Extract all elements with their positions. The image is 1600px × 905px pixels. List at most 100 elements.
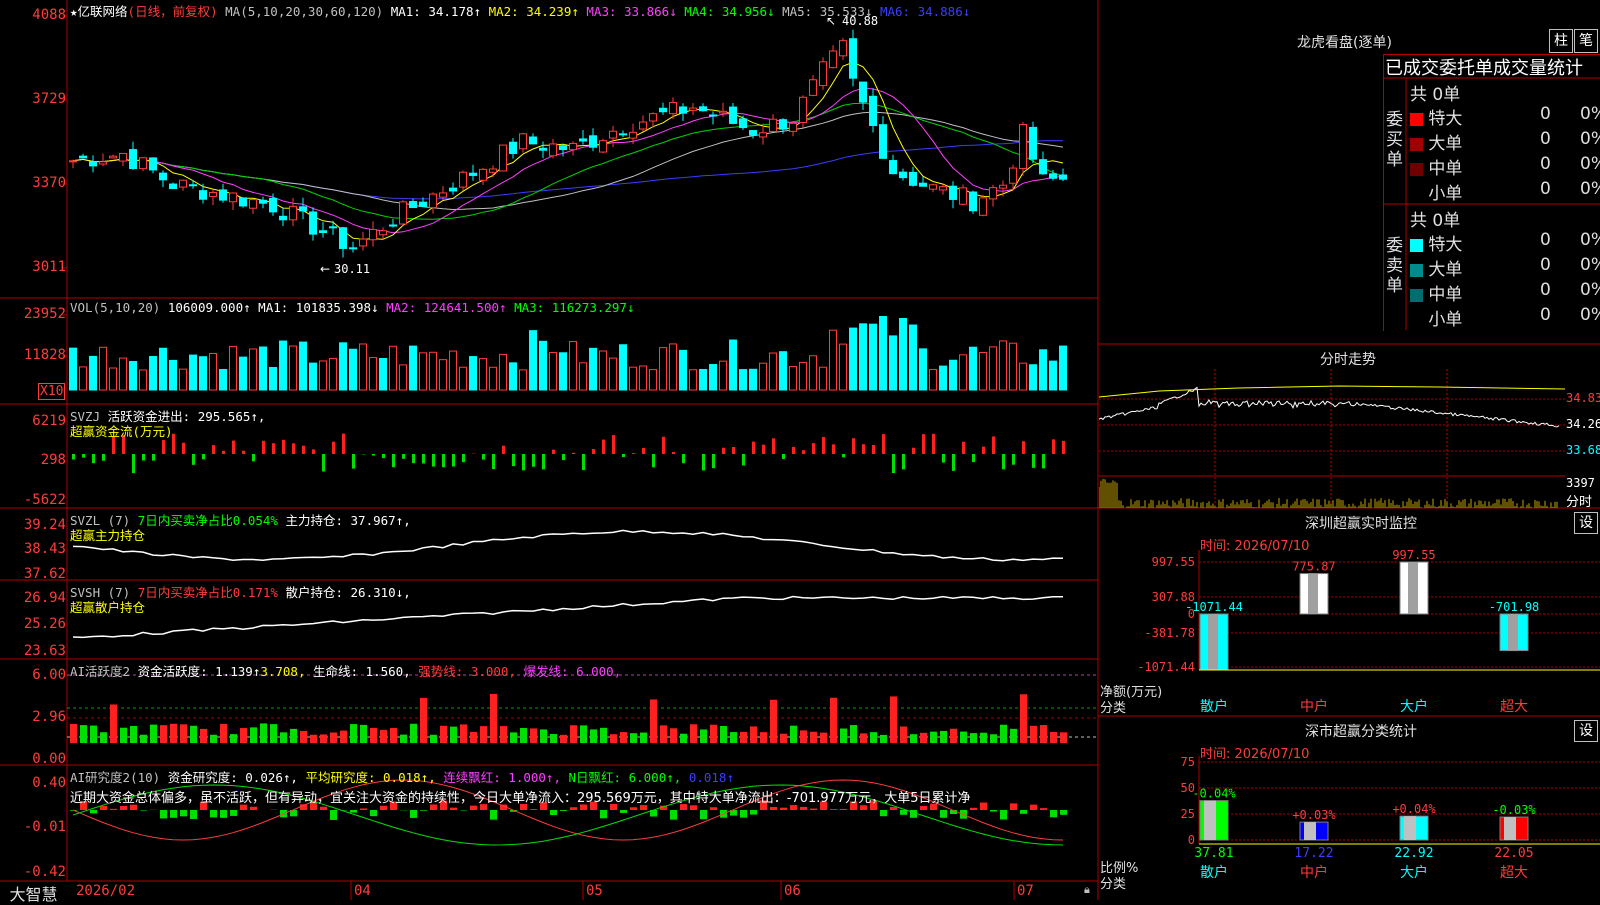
candle-body (460, 172, 467, 187)
volume-bar (440, 360, 447, 390)
candlestick-chart[interactable] (68, 0, 1098, 298)
activity-bar (770, 700, 777, 743)
vol-ma2: MA2: 124641.500↑ (386, 300, 506, 315)
svsh-ratio: 7日内买卖净占比0.171% (138, 585, 278, 600)
activity-bar (690, 724, 697, 743)
activity-bar (250, 727, 257, 743)
row-value: 0 (1540, 280, 1551, 300)
candle-body (830, 51, 837, 68)
candle-body (590, 136, 597, 147)
low-arrow-icon: ← (320, 262, 330, 276)
row-name: 小单 (1423, 184, 1462, 204)
volume-bar (1060, 346, 1067, 390)
candle-body (260, 200, 267, 203)
flow-bar (432, 454, 435, 467)
activity-bar (320, 734, 327, 743)
sz-class-settings-button[interactable]: 设 (1574, 720, 1598, 742)
flow-bar (152, 454, 155, 461)
volume-bar (730, 340, 737, 390)
volume-bar (950, 360, 957, 390)
candle-body (480, 169, 487, 180)
candle-body (950, 186, 957, 199)
row-percent: 0% (1580, 280, 1600, 300)
sz-category: 超大 (1500, 699, 1528, 715)
volume-bar (350, 349, 357, 390)
research-bar (370, 810, 377, 816)
candle-body (630, 132, 637, 138)
volume-bar (160, 348, 167, 390)
flow-bar (132, 454, 135, 473)
sz-class-chart[interactable]: 7550250-0.04%37.81散户+0.03%17.22中户+0.04%2… (1099, 756, 1600, 900)
flow-bar (772, 438, 775, 454)
activity-bar (610, 734, 617, 743)
star-icon[interactable]: ★ (70, 4, 78, 19)
sz-monitor-settings-button[interactable]: 设 (1574, 512, 1598, 534)
flow-bar (322, 454, 325, 471)
candle-body (840, 41, 847, 56)
candle-body (770, 119, 777, 131)
price-tick: 3370 (32, 175, 66, 191)
flow-bar (802, 450, 805, 454)
research-bar (90, 810, 97, 813)
ma6-value: MA6: 34.886↓ (880, 4, 970, 19)
candle-body (360, 239, 367, 246)
volume-bar (460, 367, 467, 390)
sz-bar-label: -701.98 (1489, 600, 1540, 614)
candle-body (670, 103, 677, 114)
sz-monitor-chart[interactable]: 997.55307.880-381.78-1071.44-1071.44散户77… (1099, 550, 1600, 716)
svzl-subtitle: 超赢主力持仓 (70, 525, 145, 544)
volume-bar (820, 367, 827, 390)
ai1-activity: 资金活跃度: 1.139↑ (138, 664, 261, 679)
flow-bar (572, 453, 575, 454)
legend-swatch (1410, 264, 1423, 277)
activity-bar (510, 732, 517, 743)
activity-bar (130, 726, 137, 743)
candle-body (610, 131, 617, 138)
candle-body (380, 231, 387, 235)
volume-bar (170, 360, 177, 390)
flow-bar (522, 454, 525, 470)
ai1-tick: 6.00 (32, 667, 66, 683)
lock-icon[interactable]: 🔒︎ (1084, 883, 1090, 897)
candle-body (200, 191, 207, 200)
ma-label: MA(5,10,20,30,60,120) (225, 4, 383, 19)
volume-bar (1020, 363, 1027, 390)
candle-body (520, 134, 527, 149)
volume-bar (240, 357, 247, 390)
intraday-chart[interactable] (1099, 369, 1565, 508)
activity-bar (310, 735, 317, 743)
szc-category: 超大 (1500, 865, 1528, 881)
candle-body (820, 62, 827, 86)
volume-bar (310, 363, 317, 390)
flow-bar (72, 454, 75, 460)
legend-swatch (1410, 113, 1423, 126)
activity-bar (760, 732, 767, 743)
flow-bar (482, 454, 485, 460)
row-percent: 0% (1580, 230, 1600, 250)
candle-body (370, 230, 377, 240)
row-value: 0 (1540, 179, 1551, 199)
activity-bar (470, 732, 477, 743)
volume-bar (740, 370, 747, 390)
research-bar (490, 810, 497, 820)
flow-bar (452, 454, 455, 467)
flow-bar (462, 454, 465, 462)
activity-bar (900, 727, 907, 743)
candle-body (930, 185, 937, 189)
ai-activity-header: AI活跃度2 资金活跃度: 1.139↑3.708, 生命线: 1.560, 强… (70, 661, 621, 680)
svzl-ratio: 7日内买卖净占比0.054% (138, 513, 278, 528)
research-bar (710, 807, 717, 810)
volume-bar (450, 351, 457, 390)
tick-view-button[interactable]: 笔 (1574, 29, 1598, 53)
volume-bar (300, 342, 307, 390)
candle-body (570, 143, 577, 149)
candle-body (470, 173, 477, 175)
research-bar (940, 810, 947, 818)
vol-label: VOL(5,10,20) (70, 300, 160, 315)
ma4-line (73, 103, 1063, 219)
intraday-tick: 34.83 (1566, 391, 1600, 405)
flow-bar (912, 448, 915, 454)
bar-view-button[interactable]: 柱 (1549, 29, 1573, 53)
activity-bar (170, 724, 177, 743)
activity-bar (850, 725, 857, 743)
